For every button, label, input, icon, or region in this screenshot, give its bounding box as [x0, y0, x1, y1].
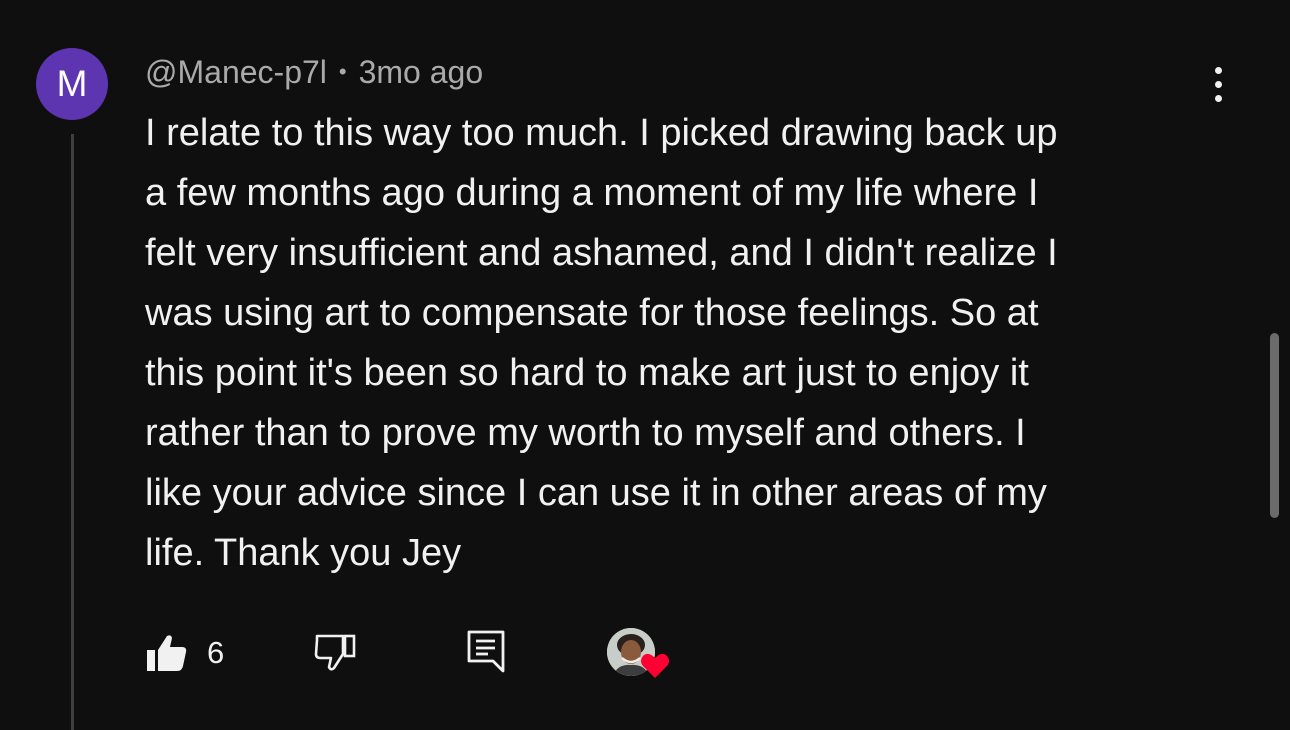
author-avatar[interactable]: M — [36, 48, 108, 120]
scrollbar-thumb[interactable] — [1270, 333, 1279, 518]
heart-icon — [641, 653, 669, 678]
comment-thread: M @Manec-p7l • 3mo ago I relate to this … — [0, 0, 1290, 730]
comment-actions: 6 — [145, 624, 705, 682]
reply-icon — [467, 630, 505, 673]
menu-dot — [1214, 80, 1222, 88]
thumbs-up-icon — [147, 635, 187, 671]
comment-text: I relate to this way too much. I picked … — [145, 112, 1058, 574]
comment-timestamp[interactable]: 3mo ago — [359, 54, 484, 91]
like-count: 6 — [207, 635, 225, 670]
menu-dot — [1214, 66, 1222, 74]
author-handle[interactable]: @Manec-p7l — [145, 54, 327, 91]
more-options-button[interactable] — [1198, 62, 1238, 106]
thumbs-down-icon — [314, 634, 356, 671]
reply-button[interactable] — [465, 628, 507, 674]
dislike-button[interactable] — [313, 630, 359, 674]
thread-line — [71, 134, 74, 730]
like-button[interactable]: 6 — [145, 632, 224, 674]
comment-header: @Manec-p7l • 3mo ago — [145, 52, 483, 92]
menu-dot — [1214, 94, 1222, 102]
creator-heart-badge[interactable] — [607, 624, 671, 682]
meta-separator: • — [338, 59, 347, 84]
